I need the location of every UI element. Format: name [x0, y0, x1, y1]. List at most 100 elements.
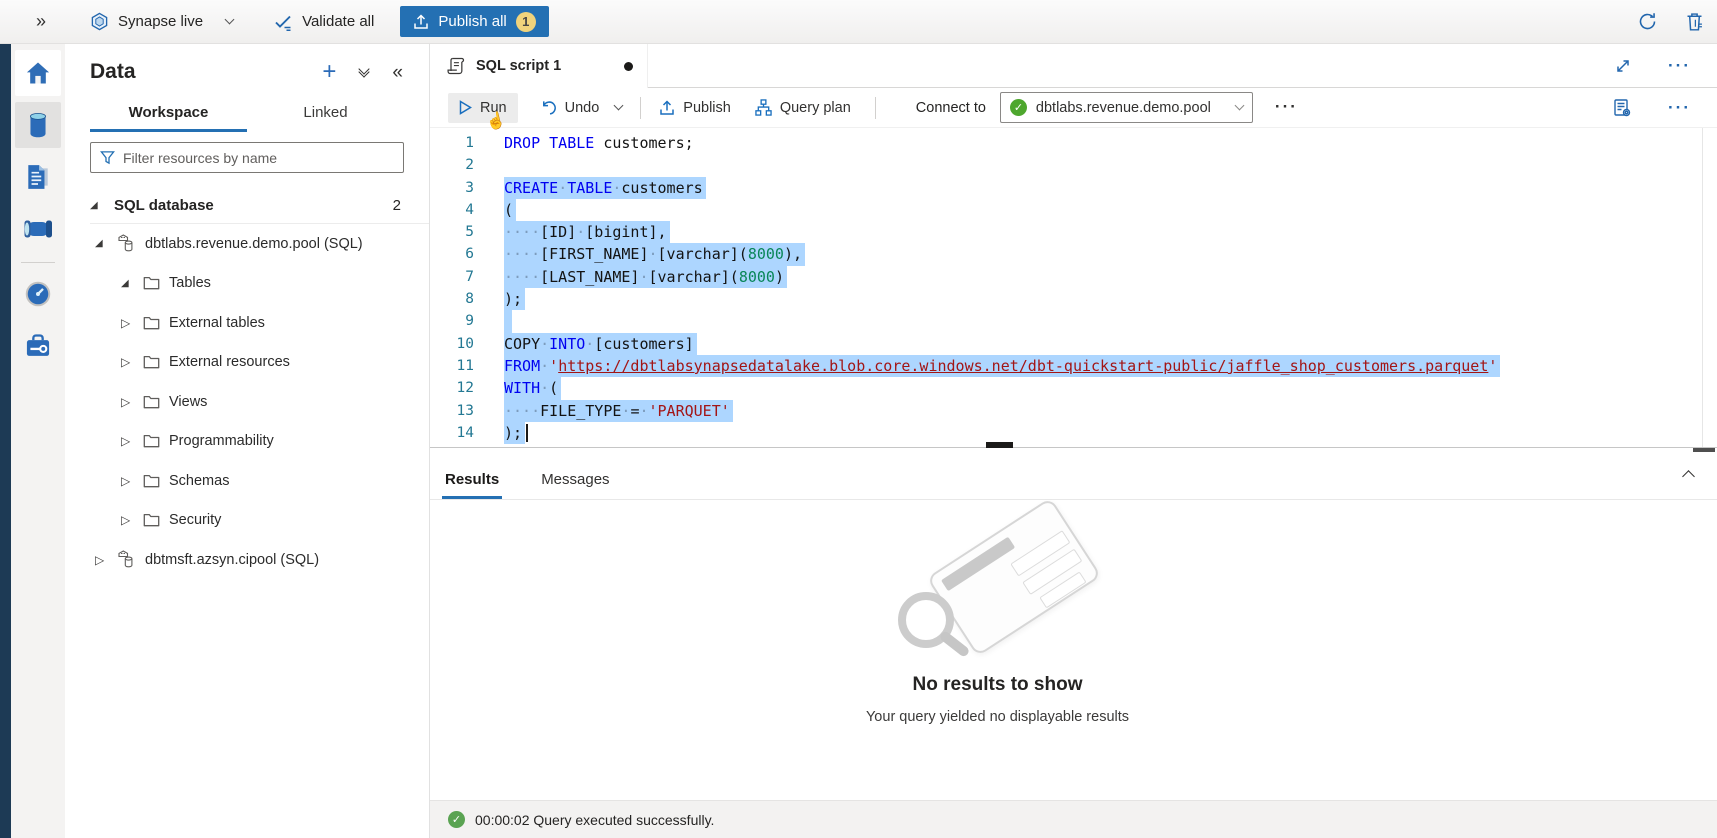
success-check-icon: ✓: [448, 811, 465, 828]
publish-count-badge: 1: [516, 12, 536, 32]
activity-bar-icons: [11, 44, 65, 838]
tree-item[interactable]: ▷ External tables: [65, 303, 429, 343]
code-line: 6····[FIRST_NAME]·[varchar](8000),: [430, 243, 1717, 265]
tree-item-label: Schemas: [169, 473, 229, 489]
collapse-results-icon[interactable]: [1684, 468, 1693, 484]
validate-label: Validate all: [302, 13, 374, 30]
filter-container: [90, 142, 404, 173]
validate-icon: [273, 12, 293, 32]
toolbar-overflow-icon[interactable]: ···: [1668, 103, 1691, 113]
tree-item[interactable]: ◢Tables: [65, 264, 429, 304]
expand-editor-icon[interactable]: [1614, 57, 1632, 75]
expanded-arrow-icon[interactable]: ◢: [121, 278, 139, 289]
run-options-chevron-icon[interactable]: [614, 101, 624, 111]
connection-dropdown[interactable]: ✓ dbtlabs.revenue.demo.pool: [1000, 92, 1253, 123]
tab-title: SQL script 1: [476, 58, 561, 74]
collapsed-arrow-icon[interactable]: ▷: [121, 355, 139, 369]
line-number: 11: [430, 355, 474, 377]
tab-messages[interactable]: Messages: [538, 463, 612, 499]
tab-workspace[interactable]: Workspace: [90, 96, 247, 132]
tree-root-sql-database[interactable]: ◢ SQL database 2: [65, 190, 429, 220]
empty-state-subtitle: Your query yielded no displayable result…: [768, 709, 1228, 725]
refresh-icon[interactable]: [1637, 11, 1658, 32]
collapsed-arrow-icon[interactable]: ▷: [121, 513, 139, 527]
undo-button[interactable]: Undo: [540, 99, 600, 116]
home-icon: [24, 59, 52, 87]
code-line: 10COPY·INTO·[customers]: [430, 333, 1717, 355]
filter-input[interactable]: [123, 150, 394, 166]
tab-linked[interactable]: Linked: [247, 96, 404, 132]
publish-up-icon: [659, 100, 675, 116]
tree-item[interactable]: ▷Security: [65, 501, 429, 541]
folder-icon: [143, 316, 160, 330]
code-line: 12WITH·(: [430, 377, 1717, 399]
line-content: ····[LAST_NAME]·[varchar](8000): [474, 266, 787, 288]
activity-item-home[interactable]: [15, 50, 61, 96]
line-content: COPY·INTO·[customers]: [474, 333, 697, 355]
code-line: 1DROP TABLE customers;: [430, 132, 1717, 154]
folder-icon: [143, 355, 160, 369]
discard-trash-icon[interactable]: [1684, 11, 1705, 32]
activity-item-integrate[interactable]: [15, 206, 61, 252]
code-line: 14);: [430, 422, 1717, 444]
top-command-bar: » Synapse live Validate all Publish all …: [0, 0, 1717, 44]
run-button[interactable]: Run: [448, 93, 518, 123]
synapse-icon: [90, 12, 109, 31]
editor-scrollbar[interactable]: [1702, 128, 1703, 447]
publish-button[interactable]: Publish: [659, 100, 731, 116]
collapsed-arrow-icon[interactable]: ▷: [121, 316, 139, 330]
validate-all-button[interactable]: Validate all: [273, 12, 374, 32]
toolbar-divider-2: [875, 97, 876, 119]
line-content: FROM·'https://dbtlabsynapsedatalake.blob…: [474, 355, 1500, 377]
text-cursor: [526, 424, 528, 442]
activity-item-monitor[interactable]: [15, 271, 61, 317]
tree-item[interactable]: ◢dbtlabs.revenue.demo.pool (SQL): [65, 224, 429, 264]
tree-item-label: External tables: [169, 315, 265, 331]
query-plan-icon: [755, 99, 772, 116]
synapse-live-dropdown[interactable]: Synapse live: [90, 12, 233, 31]
expanded-arrow-icon[interactable]: ◢: [95, 238, 113, 249]
line-number: 4: [430, 199, 474, 221]
line-content: );: [474, 288, 525, 310]
connection-name: dbtlabs.revenue.demo.pool: [1036, 100, 1211, 116]
properties-icon[interactable]: [1612, 98, 1632, 118]
code-line: 9: [430, 310, 1717, 332]
activity-item-manage[interactable]: [15, 323, 61, 369]
expand-panel-icon[interactable]: »: [36, 11, 46, 32]
tree-root-label: SQL database: [114, 197, 214, 214]
tab-sql-script-1[interactable]: SQL script 1: [432, 44, 648, 88]
collapsed-arrow-icon[interactable]: ▷: [121, 395, 139, 409]
folder-icon: [143, 513, 160, 527]
activity-bar-divider: [21, 262, 55, 263]
collapsed-arrow-icon[interactable]: ▷: [121, 434, 139, 448]
collapsed-arrow-icon[interactable]: ▷: [95, 553, 113, 567]
results-tab-bar: Results Messages: [430, 452, 1717, 500]
sql-editor[interactable]: 1DROP TABLE customers;23CREATE·TABLE·cus…: [430, 128, 1717, 447]
activity-item-develop[interactable]: [15, 154, 61, 200]
tree-item[interactable]: ▷External resources: [65, 343, 429, 383]
splitter-handle[interactable]: [986, 442, 1013, 448]
collapse-all-icon[interactable]: [360, 69, 368, 76]
line-number: 3: [430, 177, 474, 199]
tree-item[interactable]: ▷ Schemas: [65, 461, 429, 501]
code-line: 13····FILE_TYPE·=·'PARQUET': [430, 400, 1717, 422]
publish-all-button[interactable]: Publish all 1: [400, 6, 548, 37]
collapse-panel-icon[interactable]: «: [392, 63, 403, 82]
folder-icon: [143, 395, 160, 409]
tree-item[interactable]: ▷dbtmsft.azsyn.cipool (SQL): [65, 540, 429, 580]
tab-more-icon[interactable]: ···: [1668, 61, 1691, 71]
toolbar-more-icon[interactable]: ···: [1275, 102, 1298, 112]
query-plan-button[interactable]: Query plan: [755, 99, 851, 116]
filter-box: [90, 142, 404, 173]
tab-results[interactable]: Results: [442, 463, 502, 499]
collapsed-arrow-icon[interactable]: ▷: [121, 474, 139, 488]
code-line: 3CREATE·TABLE·customers: [430, 177, 1717, 199]
toolbar-divider: [640, 97, 641, 119]
expanded-arrow-icon: ◢: [90, 200, 108, 211]
activity-item-data[interactable]: [15, 102, 61, 148]
publish-label: Publish: [683, 100, 731, 116]
status-message: 00:00:02 Query executed successfully.: [475, 812, 714, 828]
tree-item[interactable]: ▷Views: [65, 382, 429, 422]
tree-item[interactable]: ▷Programmability: [65, 422, 429, 462]
add-resource-icon[interactable]: +: [322, 60, 336, 84]
